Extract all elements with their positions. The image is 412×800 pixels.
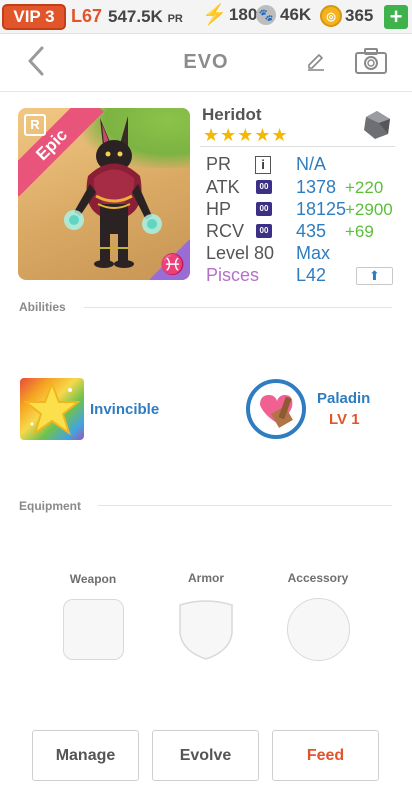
monster-name: Heridot [202, 105, 262, 124]
edit-pencil-icon[interactable] [305, 51, 327, 73]
invincible-ability-icon[interactable] [20, 378, 84, 440]
energy-value: 180 [228, 5, 258, 24]
star-icon [23, 381, 81, 436]
star-rating: ★★★★★ [203, 125, 289, 145]
accessory-label: Accessory [287, 571, 349, 585]
abilities-section-title: Abilities [19, 300, 66, 314]
weapon-label: Weapon [69, 572, 117, 586]
player-level: L67 [71, 6, 103, 26]
status-bar: VIP 3 L67 547.5K PR ⚡ 180 🐾 46K ◎ 365 + [0, 0, 412, 34]
page-title: EVO [183, 51, 229, 73]
weapon-slot[interactable] [63, 599, 124, 660]
stat-atk-badge: 00 [256, 180, 272, 194]
power-rating-unit: PR [167, 13, 183, 25]
paladin-skill-level: LV 1 [329, 411, 360, 428]
lightning-icon: ⚡ [202, 4, 227, 26]
coin-icon: ◎ [320, 5, 342, 27]
pr-info-button[interactable]: i [255, 156, 271, 174]
zodiac-upgrade-button[interactable]: ⬆ [356, 267, 393, 285]
stat-hp-label: HP [206, 199, 232, 219]
monster-detail-screen: VIP 3 L67 547.5K PR ⚡ 180 🐾 46K ◎ 365 + … [0, 0, 412, 800]
stat-rcv-bonus: +69 [345, 222, 374, 241]
vip-badge[interactable]: VIP 3 [2, 4, 66, 30]
pisces-icon: ♓ [160, 254, 185, 276]
zodiac-level-value: L42 [296, 265, 327, 285]
name-divider [200, 146, 395, 147]
rock-element-icon[interactable] [362, 110, 392, 140]
monster-portrait[interactable]: Epic R ♓ [18, 108, 190, 280]
coin-value: 365 [345, 6, 374, 25]
equipment-section-title: Equipment [19, 499, 81, 513]
stat-pr-value: N/A [296, 154, 327, 174]
feed-button[interactable]: Feed [272, 730, 379, 781]
page-header: EVO [0, 34, 412, 92]
rarity-badge: R [24, 114, 46, 136]
camera-icon[interactable] [354, 47, 388, 75]
paw-value: 46K [280, 5, 312, 24]
paw-counter[interactable]: 🐾 46K [256, 5, 311, 25]
invincible-ability-name[interactable]: Invincible [90, 401, 159, 418]
level-value: Max [296, 243, 331, 263]
manage-button[interactable]: Manage [32, 730, 139, 781]
coin-counter[interactable]: ◎ 365 [320, 5, 373, 27]
equipment-divider [98, 505, 392, 506]
paladin-skill-name[interactable]: Paladin [317, 390, 370, 407]
energy-counter[interactable]: ⚡ 180 [200, 5, 257, 25]
abilities-divider [84, 307, 392, 308]
stat-hp-bonus: +2900 [345, 200, 393, 219]
stat-rcv-value: 435 [296, 221, 327, 241]
paladin-skill-icon[interactable] [246, 379, 306, 439]
stat-rcv-label: RCV [206, 221, 245, 241]
paw-icon: 🐾 [256, 5, 276, 25]
armor-slot[interactable] [176, 599, 236, 661]
stat-pr-label: PR [206, 154, 232, 174]
stat-atk-bonus: +220 [345, 178, 384, 197]
level-label: Level 80 [206, 243, 275, 263]
accessory-slot[interactable] [287, 598, 350, 661]
zodiac-label: Pisces [206, 265, 260, 285]
stat-rcv-badge: 00 [256, 224, 272, 238]
stat-hp-value: 18125 [296, 199, 347, 219]
add-currency-button[interactable]: + [384, 5, 408, 29]
armor-label: Armor [187, 571, 224, 585]
up-arrow-icon: ⬆ [369, 268, 380, 283]
stat-hp-badge: 00 [256, 202, 272, 216]
stat-atk-value: 1378 [296, 177, 337, 197]
evolve-button[interactable]: Evolve [152, 730, 259, 781]
heart-shield-icon [260, 395, 293, 428]
power-rating: 547.5K PR [108, 7, 183, 27]
stat-atk-label: ATK [206, 177, 240, 197]
power-rating-value: 547.5K [108, 7, 163, 26]
zodiac-corner: ♓ [150, 240, 190, 280]
